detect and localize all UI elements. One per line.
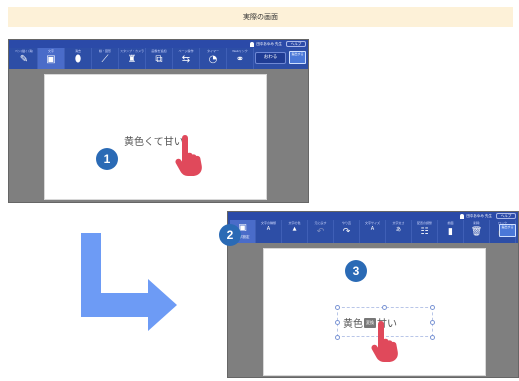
image-icon: ⧉	[155, 54, 163, 65]
text-before: 黄色	[343, 319, 363, 330]
redo-icon: ↷	[342, 227, 351, 237]
tool-link[interactable]: Webリンク ⚭	[227, 48, 254, 69]
step-badge-2: 2	[219, 224, 241, 246]
eraser-icon: ⬮	[74, 54, 82, 65]
undo-icon: ↶	[316, 227, 325, 237]
flow-arrow-icon	[81, 233, 177, 331]
user-icon	[250, 41, 255, 47]
text-settings-toolbar: ▣ 文字設定 文字の種類 A 文字の色 ▲ 元に戻す ↶ やり直 ↷ 文字サイズ…	[228, 220, 518, 243]
resize-handle[interactable]	[430, 305, 435, 310]
align-icon: ☷	[420, 227, 429, 237]
help-button[interactable]: ヘルプ	[286, 41, 306, 47]
submit-button[interactable]: 提出する	[499, 224, 516, 237]
slide-canvas[interactable]: 黄色くて甘い	[44, 74, 267, 200]
app-window-before: 田中あゆみ 先生 ヘルプ ペン(描く/消) ✎ 文字 ▣ 消去 ⬮ 線・図形 ⟋…	[8, 39, 309, 203]
resize-handle[interactable]	[335, 305, 340, 310]
tool-timer[interactable]: タイマー ◔	[200, 48, 227, 69]
help-button[interactable]: ヘルプ	[496, 213, 516, 219]
bold-icon: あ	[395, 227, 401, 233]
pointing-hand-icon	[371, 321, 398, 362]
text-icon: ▣	[46, 54, 56, 65]
resize-handle[interactable]	[430, 335, 435, 340]
tool-pen[interactable]: ペン(描く/消) ✎	[11, 48, 38, 69]
timer-icon: ◔	[208, 54, 218, 65]
step-badge-1: 1	[96, 148, 118, 170]
tool-stamp[interactable]: スタンプ・カメラ ♜	[119, 48, 146, 69]
tool-color[interactable]: 文字の色 ▲	[282, 220, 308, 243]
link-icon: ⚭	[235, 54, 245, 65]
submit-button[interactable]: 提出する	[289, 51, 306, 64]
user-info: 田中あゆみ 先生	[460, 213, 492, 219]
pointing-hand-icon	[175, 135, 202, 176]
delete-icon: 🗑	[470, 227, 483, 237]
resize-handle[interactable]	[335, 320, 340, 325]
user-name: 田中あゆみ 先生	[466, 213, 492, 218]
user-bar: 田中あゆみ 先生 ヘルプ	[228, 212, 518, 220]
tool-undo[interactable]: 元に戻す ↶	[308, 220, 334, 243]
pen-icon: ✎	[19, 54, 29, 65]
tool-front[interactable]: 前面 ▮	[438, 220, 464, 243]
tool-font[interactable]: 文字の種類 A	[256, 220, 282, 243]
resize-handle[interactable]	[335, 335, 340, 340]
tool-line[interactable]: 線・図形 ⟋	[92, 48, 119, 69]
line-icon: ⟋	[101, 54, 109, 65]
tool-delete[interactable]: 削除 🗑	[464, 220, 490, 243]
tutorial-figure: 実際の画面 田中あゆみ 先生 ヘルプ ペン(描く/消) ✎ 文字 ▣ 消去 ⬮	[0, 0, 519, 381]
tool-page[interactable]: ページ操作 ⇆	[173, 48, 200, 69]
tool-bold[interactable]: 文字太さ あ	[386, 220, 412, 243]
tool-redo[interactable]: やり直 ↷	[334, 220, 360, 243]
slide-canvas[interactable]: 黄色 変換 甘い	[263, 248, 486, 376]
banner: 実際の画面	[8, 7, 513, 27]
tool-image[interactable]: 画像を追加 ⧉	[146, 48, 173, 69]
resize-handle[interactable]	[382, 305, 387, 310]
app-window-after: 田中あゆみ 先生 ヘルプ ▣ 文字設定 文字の種類 A 文字の色 ▲ 元に戻す …	[227, 211, 519, 378]
page-icon: ⇆	[181, 54, 191, 65]
user-icon	[460, 213, 465, 219]
resize-handle[interactable]	[430, 320, 435, 325]
front-icon: ▮	[448, 227, 453, 237]
tool-size[interactable]: 文字サイズ A	[360, 220, 386, 243]
user-info: 田中あゆみ 先生	[250, 41, 282, 47]
user-bar: 田中あゆみ 先生 ヘルプ	[9, 40, 308, 48]
stamp-icon: ♜	[127, 54, 137, 65]
finish-button[interactable]: おわる	[255, 52, 286, 64]
font-icon: A	[266, 226, 271, 232]
user-name: 田中あゆみ 先生	[256, 41, 282, 46]
size-icon: A	[370, 226, 375, 232]
color-icon: ▲	[292, 226, 297, 232]
tool-align[interactable]: 配置の調整 ☷	[412, 220, 438, 243]
step-badge-3: 3	[345, 260, 367, 282]
tool-eraser[interactable]: 消去 ⬮	[65, 48, 92, 69]
tool-text[interactable]: 文字 ▣	[38, 48, 65, 69]
